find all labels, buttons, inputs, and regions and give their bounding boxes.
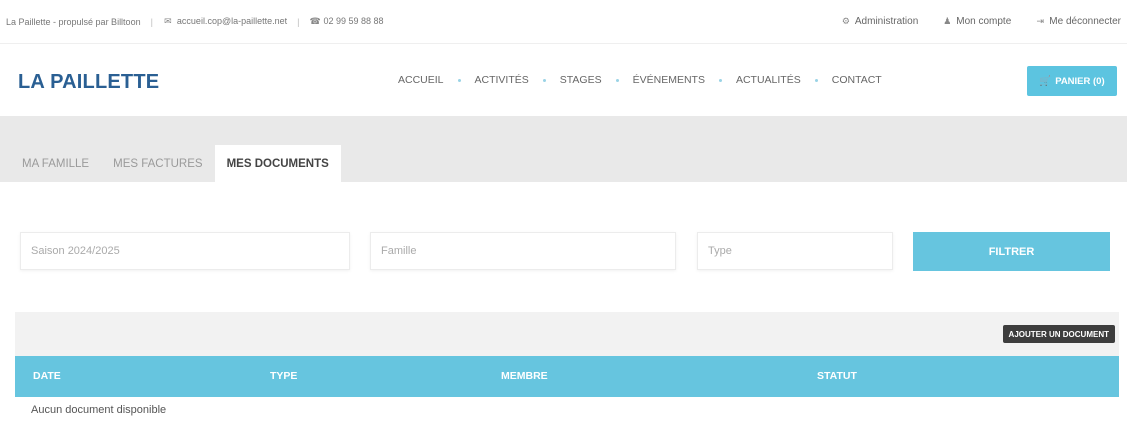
add-document-button[interactable]: AJOUTER UN DOCUMENT — [1002, 325, 1115, 343]
nav-separator — [615, 78, 619, 82]
documents-toolbar: AJOUTER UN DOCUMENT — [15, 312, 1119, 356]
site-contact-info: La Paillette - propulsé par Billtoon | ✉… — [0, 16, 384, 27]
nav-item-stages[interactable]: STAGES — [560, 74, 602, 86]
phone-text: 02 99 59 88 88 — [323, 16, 384, 26]
top-utility-bar: La Paillette - propulsé par Billtoon | ✉… — [0, 0, 1127, 44]
column-header-membre[interactable]: MEMBRE — [501, 370, 548, 382]
tab-ma-famille[interactable]: MA FAMILLE — [10, 145, 101, 182]
famille-select[interactable]: Famille — [370, 232, 676, 270]
email-link[interactable]: ✉ accueil.cop@la-paillette.net — [163, 16, 287, 27]
documents-table-header: DATE TYPE MEMBRE STATUT — [15, 356, 1119, 397]
administration-label: Administration — [854, 16, 919, 27]
nav-item-evenements[interactable]: ÉVÉNEMENTS — [633, 74, 705, 86]
nav-separator — [814, 78, 818, 82]
nav-separator — [718, 78, 722, 82]
site-logo[interactable]: LA PAILLETTE — [18, 71, 159, 94]
saison-select[interactable]: Saison 2024/2025 — [20, 232, 350, 270]
main-header: LA PAILLETTE ACCUEIL ACTIVITÉS STAGES ÉV… — [0, 44, 1127, 116]
account-link[interactable]: ♟ Mon compte — [942, 16, 1011, 27]
nav-item-accueil[interactable]: ACCUEIL — [398, 74, 444, 86]
logout-icon: ⇥ — [1036, 16, 1045, 26]
column-header-statut[interactable]: STATUT — [817, 370, 857, 382]
phone-link[interactable]: ☎ 02 99 59 88 88 — [309, 16, 383, 27]
account-links: ⚙ Administration ♟ Mon compte ⇥ Me déconnec… — [841, 16, 1127, 27]
account-label: Mon compte — [956, 16, 1012, 27]
site-info-text: La Paillette - propulsé par Billtoon — [6, 16, 141, 27]
main-nav: ACCUEIL ACTIVITÉS STAGES ÉVÉNEMENTS ACTU… — [398, 74, 882, 86]
nav-separator — [457, 78, 461, 82]
type-select[interactable]: Type — [697, 232, 893, 270]
divider: | — [297, 16, 300, 27]
tab-mes-documents[interactable]: MES DOCUMENTS — [214, 145, 341, 182]
logout-link[interactable]: ⇥ Me déconnecter — [1035, 16, 1122, 27]
nav-item-activites[interactable]: ACTIVITÉS — [475, 74, 529, 86]
cart-icon: 🛒 — [1039, 75, 1052, 87]
nav-item-contact[interactable]: CONTACT — [832, 74, 882, 86]
filter-button[interactable]: FILTRER — [913, 232, 1110, 271]
nav-separator — [542, 78, 546, 82]
nav-item-actualites[interactable]: ACTUALITÉS — [736, 74, 801, 86]
tab-mes-factures[interactable]: MES FACTURES — [101, 145, 214, 182]
gear-icon: ⚙ — [841, 16, 850, 26]
phone-icon: ☎ — [309, 16, 321, 26]
divider: | — [150, 16, 153, 27]
column-header-type[interactable]: TYPE — [270, 370, 297, 382]
empty-documents-message: Aucun document disponible — [31, 404, 167, 416]
envelope-icon: ✉ — [164, 16, 172, 26]
column-header-date[interactable]: DATE — [33, 370, 61, 382]
logout-label: Me déconnecter — [1049, 16, 1121, 27]
email-text: accueil.cop@la-paillette.net — [176, 16, 288, 26]
administration-link[interactable]: ⚙ Administration — [841, 16, 918, 27]
user-icon: ♟ — [943, 16, 952, 26]
account-tabs: MA FAMILLE MES FACTURES MES DOCUMENTS — [10, 145, 341, 182]
cart-label: PANIER (0) — [1055, 75, 1105, 87]
cart-button[interactable]: 🛒 PANIER (0) — [1027, 66, 1117, 96]
